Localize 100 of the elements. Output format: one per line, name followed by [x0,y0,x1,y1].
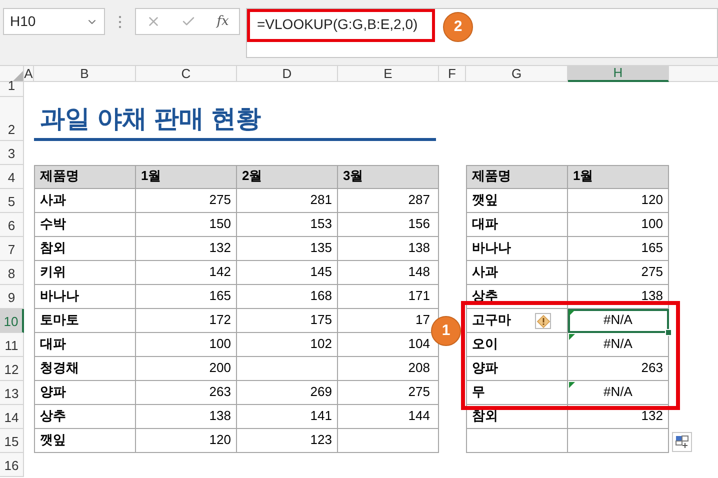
cell-text: 사과 [472,262,498,280]
table-cell: 135 [237,237,338,261]
callout-badge: 1 [431,316,461,346]
table-cell[interactable]: 165 [568,237,669,261]
table-cell: 208 [338,357,439,381]
table-cell: 200 [136,357,237,381]
cell-text: #N/A [604,382,632,400]
table-cell: 138 [136,405,237,429]
column-header[interactable]: A [24,66,34,82]
table-cell: 상추 [34,405,136,429]
cell-text: 120 [641,190,663,208]
row-header[interactable]: 16 [0,453,24,477]
fill-handle[interactable] [665,329,672,336]
cell-text: 무 [472,382,485,400]
table-cell: 100 [136,333,237,357]
table-cell: 168 [237,285,338,309]
row-header[interactable]: 11 [0,333,24,357]
table-cell: 대파 [34,333,136,357]
table-cell[interactable]: 275 [568,261,669,285]
cell-text: 오이 [472,334,498,352]
table-cell: 사과 [34,189,136,213]
table-cell: 263 [136,381,237,405]
row-header[interactable]: 6 [0,213,24,237]
table-cell: 양파 [34,381,136,405]
table-cell[interactable]: 120 [568,189,669,213]
table-cell[interactable]: 100 [568,213,669,237]
cell-text: #N/A [604,310,632,328]
row-header[interactable]: 4 [0,165,24,189]
header-cell: 3월 [338,165,439,189]
table-cell[interactable]: 138 [568,285,669,309]
cell-text: 깻잎 [472,190,498,208]
column-header[interactable]: D [237,66,338,82]
table-cell: 수박 [34,213,136,237]
table-cell: 165 [136,285,237,309]
column-header[interactable]: H [568,66,669,82]
table-cell: 깻잎 [34,429,136,453]
table-cell: 청경채 [34,357,136,381]
cell-text: 고구마 [472,310,511,328]
table-cell: 153 [237,213,338,237]
table-cell: 275 [136,189,237,213]
cell-text: 132 [641,406,663,424]
column-header[interactable]: C [136,66,237,82]
table-cell: 281 [237,189,338,213]
sheet-title: 과일 야채 판매 현황 [39,107,262,135]
name-box[interactable]: H10 [3,8,105,35]
table-cell: 144 [338,405,439,429]
row-header[interactable]: 13 [0,381,24,405]
table-cell[interactable]: 132 [568,405,669,429]
row-header[interactable]: 2 [0,97,24,141]
row-header[interactable]: 8 [0,261,24,285]
row-header[interactable]: 1 [0,82,24,97]
row-header[interactable]: 7 [0,237,24,261]
cell-text: 대파 [472,214,498,232]
table-cell: 275 [338,381,439,405]
table-cell: 바나나 [34,285,136,309]
table-cell[interactable]: #N/A [568,381,669,405]
header-cell: 제품명 [466,165,568,189]
table-cell: 145 [237,261,338,285]
column-header[interactable]: F [439,66,466,82]
header-cell: 2월 [237,165,338,189]
table-cell: 148 [338,261,439,285]
table-cell[interactable]: #N/A [568,309,669,333]
header-cell: 1월 [568,165,669,189]
table-cell[interactable]: 263 [568,357,669,381]
row-header[interactable]: 12 [0,357,24,381]
cell-text: #N/A [604,334,632,352]
cell-text: 양파 [472,358,498,376]
cell-text: 138 [641,286,663,304]
quick-analysis-icon[interactable] [672,432,692,452]
table-cell[interactable]: #N/A [568,333,669,357]
row-header[interactable]: 10 [0,309,24,333]
table-cell: 키위 [34,261,136,285]
warning-icon[interactable] [535,313,551,329]
row-header[interactable]: 3 [0,141,24,165]
column-header[interactable]: B [34,66,136,82]
header-cell: 1월 [136,165,237,189]
table-cell: 102 [237,333,338,357]
insert-function-button[interactable]: fx [216,12,229,32]
table-cell: 132 [136,237,237,261]
table-cell: 142 [136,261,237,285]
row-header[interactable]: 15 [0,429,24,453]
table-cell: 123 [237,429,338,453]
column-header[interactable]: E [338,66,439,82]
table-cell: 141 [237,405,338,429]
row-header[interactable]: 14 [0,405,24,429]
cell-text: 참외 [472,406,498,424]
table-cell[interactable] [568,429,669,453]
table-cell: 171 [338,285,439,309]
table-cell: 120 [136,429,237,453]
cell-text: 바나나 [472,238,511,256]
cell-text: 165 [641,238,663,256]
row-header[interactable]: 5 [0,189,24,213]
table-cell: 175 [237,309,338,333]
table-cell: 참외 [34,237,136,261]
table-cell: 138 [338,237,439,261]
table-cell: 269 [237,381,338,405]
row-header[interactable]: 9 [0,285,24,309]
header-cell: 제품명 [34,165,136,189]
cell-text: 275 [641,262,663,280]
table-cell: 150 [136,213,237,237]
